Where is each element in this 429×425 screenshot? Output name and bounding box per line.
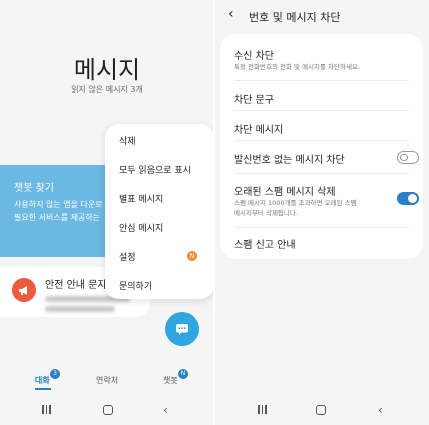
recent-apps-icon[interactable] [258,405,267,414]
divider [234,80,409,81]
menu-item-secure-message[interactable]: 안심 메시지 [119,221,163,234]
row-title: 수신 차단 [234,51,274,62]
system-nav-bar: ‹ [0,400,214,422]
row-description-line1: 스팸 메시지 1000개를 초과하면 오래된 스팸 [234,199,357,207]
row-title: 스팸 신고 안내 [234,240,296,251]
settings-new-badge: N [187,251,197,261]
recent-apps-icon[interactable] [42,405,51,414]
chatbot-card-title: 챗봇 찾기 [14,183,54,194]
divider [234,140,409,141]
row-title: 차단 문구 [234,95,274,106]
home-icon[interactable] [103,405,113,415]
page-title: 번호 및 메시지 차단 [249,11,341,24]
active-tab-indicator [35,388,51,390]
menu-item-settings[interactable]: 설정 [119,250,136,263]
back-icon[interactable]: ‹ [378,403,383,417]
delete-old-spam-toggle[interactable] [397,192,419,205]
conversations-badge: 3 [50,369,60,379]
row-title: 차단 메시지 [234,125,284,136]
divider [234,110,409,111]
blurred-preview-line [45,306,115,312]
menu-item-contact-us[interactable]: 문의하기 [119,279,152,292]
row-title: 오래된 스팸 메시지 삭제 [234,187,336,198]
messages-screen: 메시지 읽지 않은 메시지 3개 챗봇 찾기 사용하지 않는 앱을 다운로 필요… [0,0,214,425]
divider [234,173,409,174]
page-title: 메시지 [73,56,141,84]
home-icon[interactable] [316,405,326,415]
unread-count: 읽지 않은 메시지 3개 [71,85,143,94]
megaphone-icon [12,278,36,302]
block-settings-screen: ‹ 번호 및 메시지 차단 수신 차단 특정 전화번호의 전화 및 메시지를 차… [215,0,429,425]
row-description: 특정 전화번호의 전화 및 메시지를 차단하세요. [234,63,361,71]
row-title: 발신번호 없는 메시지 차단 [234,155,345,166]
conversation-title: 안전 안내 문자 [45,280,107,291]
chatbot-badge: N [178,369,188,379]
menu-item-mark-all-read[interactable]: 모두 읽음으로 표시 [119,163,191,176]
tab-contacts[interactable]: 연락처 [96,375,118,386]
unknown-sender-toggle[interactable] [397,151,419,164]
system-nav-bar: ‹ [215,400,429,422]
tab-chatbot[interactable]: 챗봇 [163,375,178,386]
divider [234,227,409,228]
settings-card: 수신 차단 특정 전화번호의 전화 및 메시지를 차단하세요. 차단 문구 차단… [220,34,423,259]
chat-fab-icon [176,323,188,335]
back-icon[interactable]: ‹ [163,403,168,417]
back-arrow-icon[interactable]: ‹ [228,6,234,22]
row-description-line2: 메시지부터 삭제됩니다. [234,209,298,217]
menu-item-starred[interactable]: 별표 메시지 [119,192,163,205]
compose-chat-button[interactable] [165,312,199,346]
menu-item-delete[interactable]: 삭제 [119,134,136,147]
tab-conversations[interactable]: 대화 [35,375,50,386]
context-menu: 삭제 모두 읽음으로 표시 별표 메시지 안심 메시지 설정 N 문의하기 [105,124,214,299]
